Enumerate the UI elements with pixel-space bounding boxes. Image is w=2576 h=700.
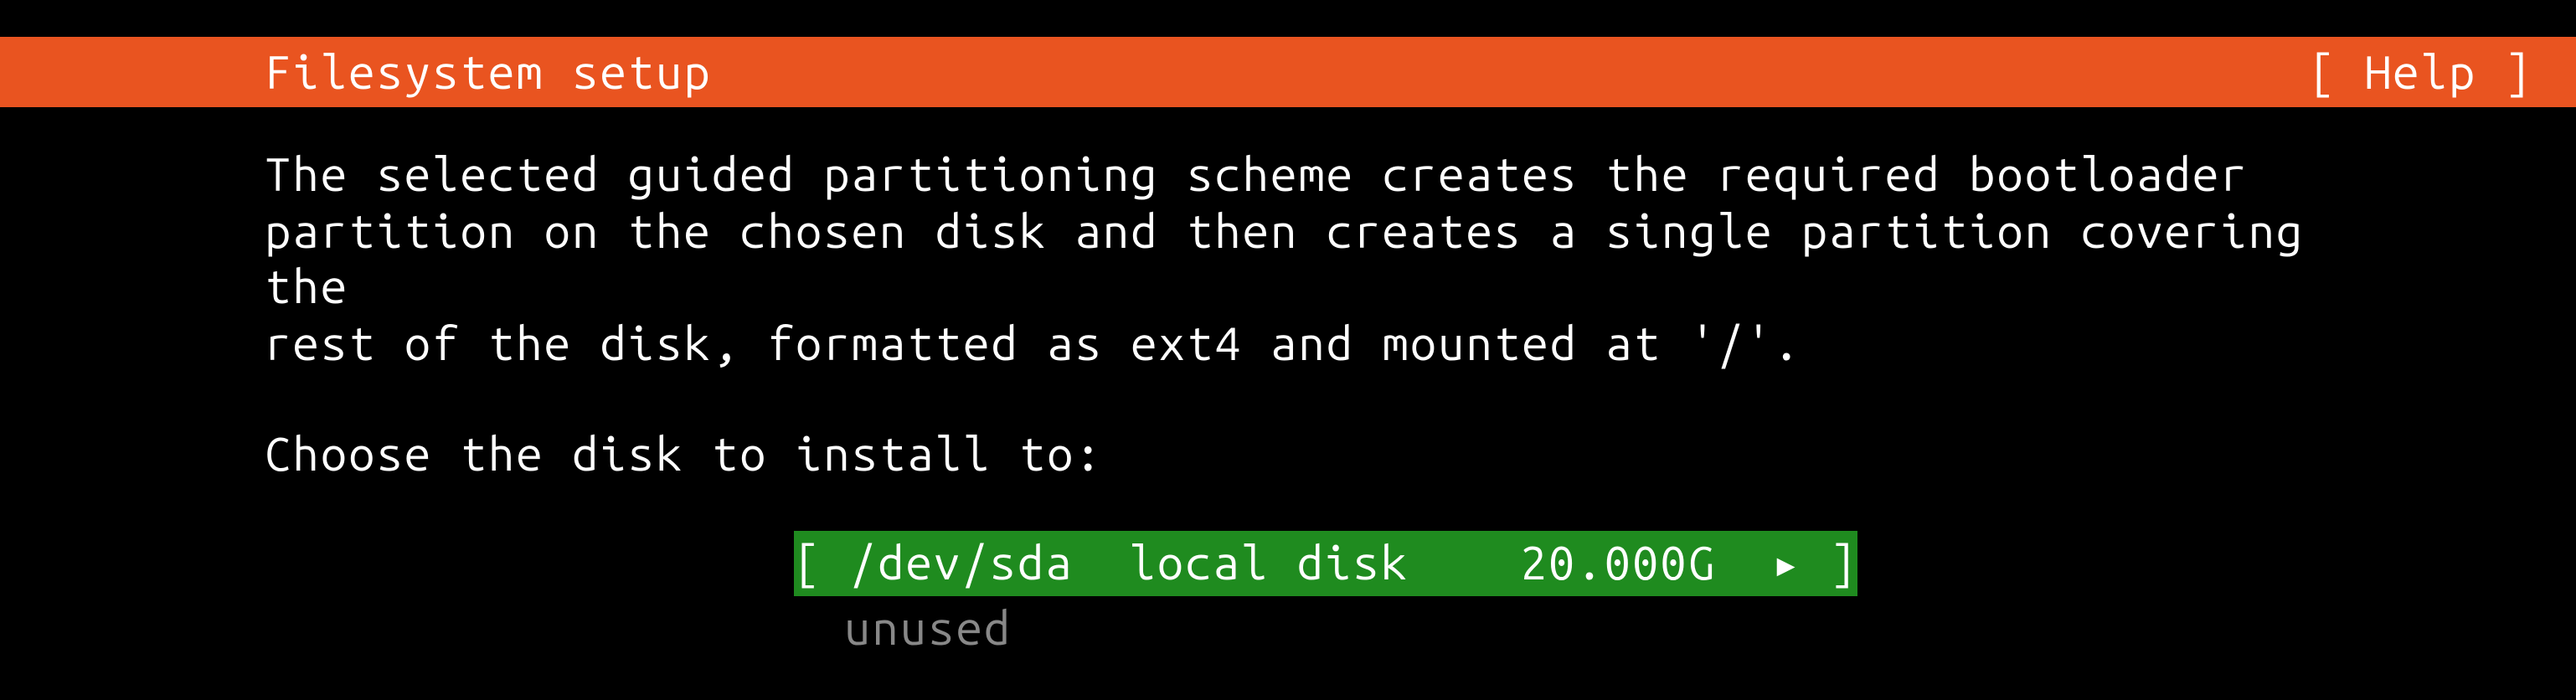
- top-spacer: [0, 0, 2576, 37]
- disk-type: local disk: [1129, 538, 1409, 590]
- disk-option-sda[interactable]: [ /dev/sda local disk 20.000G ▸ ]: [794, 532, 1857, 597]
- help-button[interactable]: [ Help ]: [2309, 43, 2532, 101]
- spacer: [1409, 538, 1520, 590]
- arrow-right-icon: ▸: [1772, 535, 1802, 594]
- disk-selector: [ /dev/sda local disk 20.000G ▸ ] unused: [794, 532, 2311, 659]
- description-text: The selected guided partitioning scheme …: [265, 147, 2311, 373]
- bracket-close: ]: [1802, 538, 1858, 590]
- prompt-text: Choose the disk to install to:: [265, 426, 2311, 485]
- spacer: [1074, 538, 1130, 590]
- bracket-open: [: [794, 538, 850, 590]
- spacer: [1716, 538, 1772, 590]
- page-title: Filesystem setup: [265, 43, 712, 101]
- header-bar: Filesystem setup [ Help ]: [0, 37, 2576, 107]
- main-content: The selected guided partitioning scheme …: [0, 107, 2576, 659]
- disk-device: /dev/sda: [850, 538, 1074, 590]
- disk-status: unused: [844, 600, 2311, 659]
- disk-size: 20.000G: [1521, 538, 1717, 590]
